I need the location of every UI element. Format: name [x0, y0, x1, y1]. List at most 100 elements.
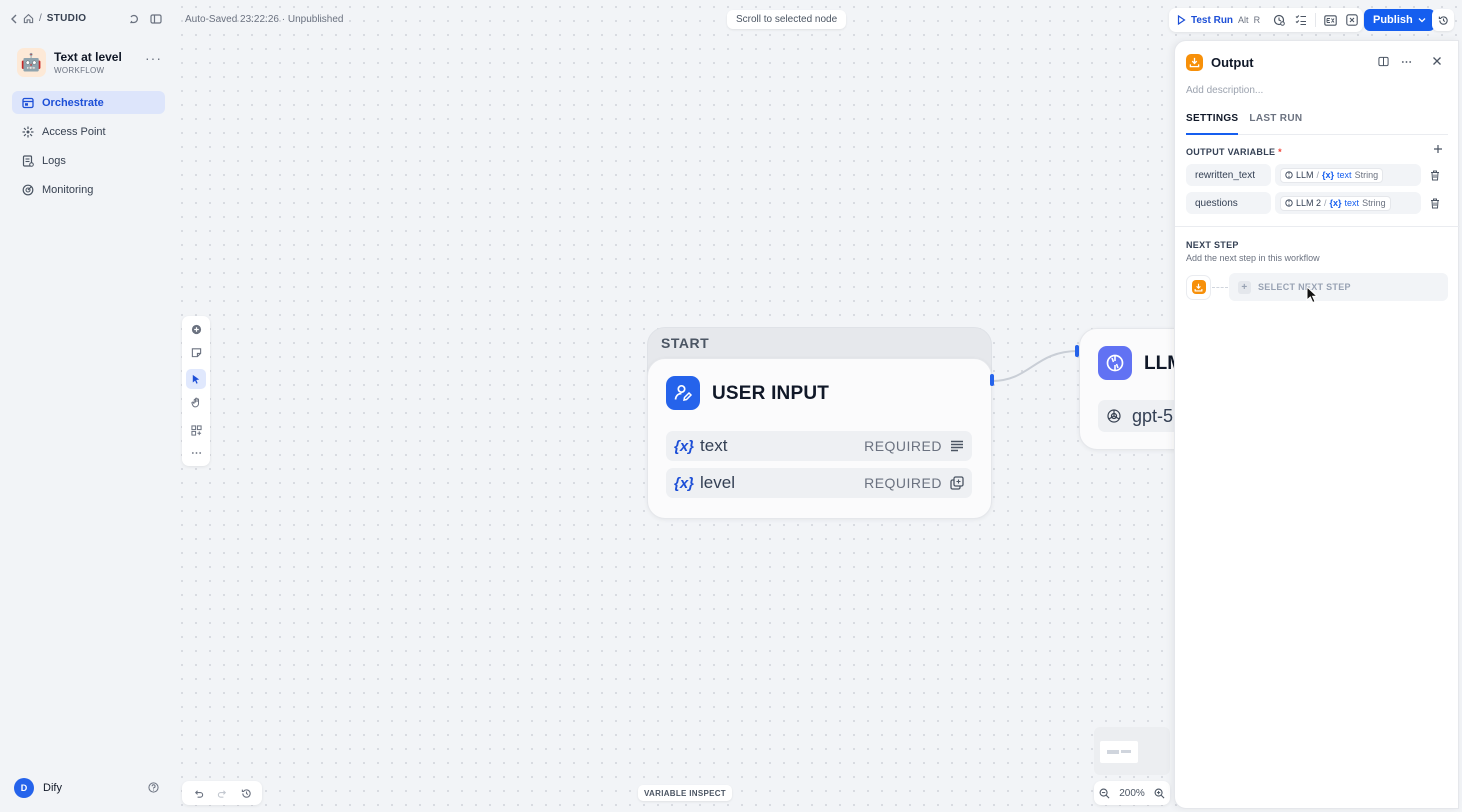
required-mark: *: [1278, 147, 1282, 157]
user-input-icon: [666, 376, 700, 410]
app-name: Text at level: [54, 50, 122, 64]
more-options-icon[interactable]: [186, 443, 206, 463]
panel-tabs: SETTINGS LAST RUN: [1186, 113, 1448, 135]
zoom-level[interactable]: 200%: [1119, 788, 1145, 799]
output-variable-row: questions LLM 2 / {x} text String: [1186, 192, 1451, 214]
history-icon[interactable]: [241, 788, 252, 799]
variable-type: String: [1354, 170, 1379, 180]
section-divider: [1175, 226, 1460, 227]
toggle-sidebar-icon[interactable]: [150, 13, 162, 25]
avatar: D: [14, 778, 34, 798]
tab-last-run[interactable]: LAST RUN: [1249, 113, 1302, 135]
panel-title[interactable]: Output: [1211, 55, 1254, 70]
minimap[interactable]: [1094, 727, 1170, 775]
output-variable-name[interactable]: questions: [1186, 192, 1271, 214]
home-icon[interactable]: [23, 13, 34, 24]
history-controls: [182, 781, 262, 805]
user-input-title: USER INPUT: [712, 383, 830, 404]
source-node-name: LLM: [1296, 170, 1314, 180]
sidebar-item-access-point[interactable]: Access Point: [12, 120, 165, 143]
zoom-in-icon[interactable]: [1154, 788, 1165, 799]
version-history-button[interactable]: [1432, 9, 1454, 31]
delete-icon[interactable]: [1430, 170, 1440, 181]
canvas-toolbar: [182, 316, 210, 466]
output-node-panel: Output Add description... SETTINGS LAST …: [1174, 40, 1460, 809]
select-icon: [950, 476, 964, 490]
redo-icon[interactable]: [217, 788, 228, 799]
llm-icon: [1098, 346, 1132, 380]
add-output-variable-icon[interactable]: [1433, 144, 1443, 154]
sidebar-nav: Orchestrate Access Point Logs Monitoring: [12, 91, 165, 207]
user-input-card[interactable]: USER INPUT {x} text REQUIRED {x} level R…: [647, 358, 992, 519]
path-separator: /: [1316, 170, 1320, 180]
breadcrumb-studio[interactable]: STUDIO: [47, 13, 87, 24]
environment-variables-icon[interactable]: [1319, 9, 1341, 31]
test-run-label: Test Run: [1191, 14, 1234, 26]
toolbar-divider: [1315, 13, 1317, 27]
sidebar-item-label: Monitoring: [42, 183, 94, 196]
model-name: gpt-5: [1132, 405, 1174, 426]
paragraph-icon: [950, 440, 964, 452]
pointer-mode-icon[interactable]: [186, 369, 206, 389]
monitoring-icon: [22, 184, 34, 196]
close-icon[interactable]: [1432, 56, 1442, 66]
sidebar: / STUDIO 🤖 Text at level WORKFLOW ··· Or…: [0, 0, 175, 812]
start-node[interactable]: START USER INPUT {x} text REQUIRED {x} l…: [647, 327, 992, 519]
split-view-icon[interactable]: [1378, 56, 1389, 67]
select-next-step-label: SELECT NEXT STEP: [1258, 282, 1351, 292]
logs-icon: [22, 154, 34, 167]
undo-icon[interactable]: [193, 788, 204, 799]
app-avatar: 🤖: [17, 48, 46, 77]
output-variable-title: OUTPUT VARIABLE: [1186, 147, 1276, 157]
tab-settings[interactable]: SETTINGS: [1186, 113, 1239, 135]
sidebar-item-logs[interactable]: Logs: [12, 149, 165, 172]
environment-icon[interactable]: [128, 13, 140, 25]
description-input[interactable]: Add description...: [1186, 85, 1263, 96]
output-variable-selector[interactable]: LLM / {x} text String: [1275, 164, 1421, 186]
output-variable-name[interactable]: rewritten_text: [1186, 164, 1271, 186]
input-variable-row[interactable]: {x} level REQUIRED: [666, 468, 972, 498]
sidebar-item-label: Logs: [42, 154, 66, 167]
source-variable-name: text: [1337, 170, 1352, 180]
variable-icon: {x}: [674, 474, 695, 492]
add-note-icon[interactable]: [186, 342, 206, 362]
checklist-icon[interactable]: [1290, 9, 1312, 31]
user-account[interactable]: D Dify: [14, 778, 62, 798]
app-more-icon[interactable]: ···: [145, 50, 162, 66]
node-connection-edge: [991, 350, 1079, 382]
scroll-to-selected-button[interactable]: Scroll to selected node: [727, 10, 847, 29]
back-chevron-icon[interactable]: [10, 14, 18, 24]
test-run-button[interactable]: Test Run Alt R: [1169, 15, 1268, 26]
minimap-viewport: [1100, 741, 1138, 763]
start-output-handle[interactable]: [990, 374, 994, 386]
select-next-step-button[interactable]: + SELECT NEXT STEP: [1229, 273, 1448, 301]
input-variable-row[interactable]: {x} text REQUIRED: [666, 431, 972, 461]
sidebar-item-orchestrate[interactable]: Orchestrate: [12, 91, 165, 114]
more-icon[interactable]: [1401, 56, 1412, 67]
publish-button[interactable]: Publish: [1364, 9, 1435, 31]
hand-mode-icon[interactable]: [186, 392, 206, 412]
variable-reference-chip: LLM / {x} text String: [1280, 167, 1384, 183]
next-step-title: NEXT STEP: [1186, 240, 1239, 250]
start-node-label: START: [661, 335, 710, 351]
delete-icon[interactable]: [1430, 198, 1440, 209]
run-history-icon[interactable]: [1268, 9, 1290, 31]
next-step-subtitle: Add the next step in this workflow: [1186, 253, 1320, 263]
variable-inspect-button[interactable]: VARIABLE INSPECT: [638, 785, 732, 801]
panel-header: Output: [1186, 54, 1254, 71]
zoom-out-icon[interactable]: [1099, 788, 1110, 799]
path-separator: /: [1324, 198, 1327, 208]
mouse-cursor-icon: [1306, 286, 1319, 304]
output-node-icon: [1186, 54, 1203, 71]
conversation-variables-icon[interactable]: [1341, 9, 1363, 31]
sidebar-item-monitoring[interactable]: Monitoring: [12, 178, 165, 201]
breadcrumb-separator: /: [39, 13, 42, 24]
app-header[interactable]: 🤖 Text at level WORKFLOW: [17, 48, 122, 77]
organize-blocks-icon[interactable]: [186, 420, 206, 440]
variable-reference-chip: LLM 2 / {x} text String: [1280, 195, 1391, 211]
variable-type: String: [1362, 198, 1386, 208]
variable-icon: {x}: [1329, 198, 1342, 208]
output-variable-selector[interactable]: LLM 2 / {x} text String: [1275, 192, 1421, 214]
add-node-icon[interactable]: [186, 319, 206, 339]
help-icon[interactable]: [148, 782, 159, 793]
